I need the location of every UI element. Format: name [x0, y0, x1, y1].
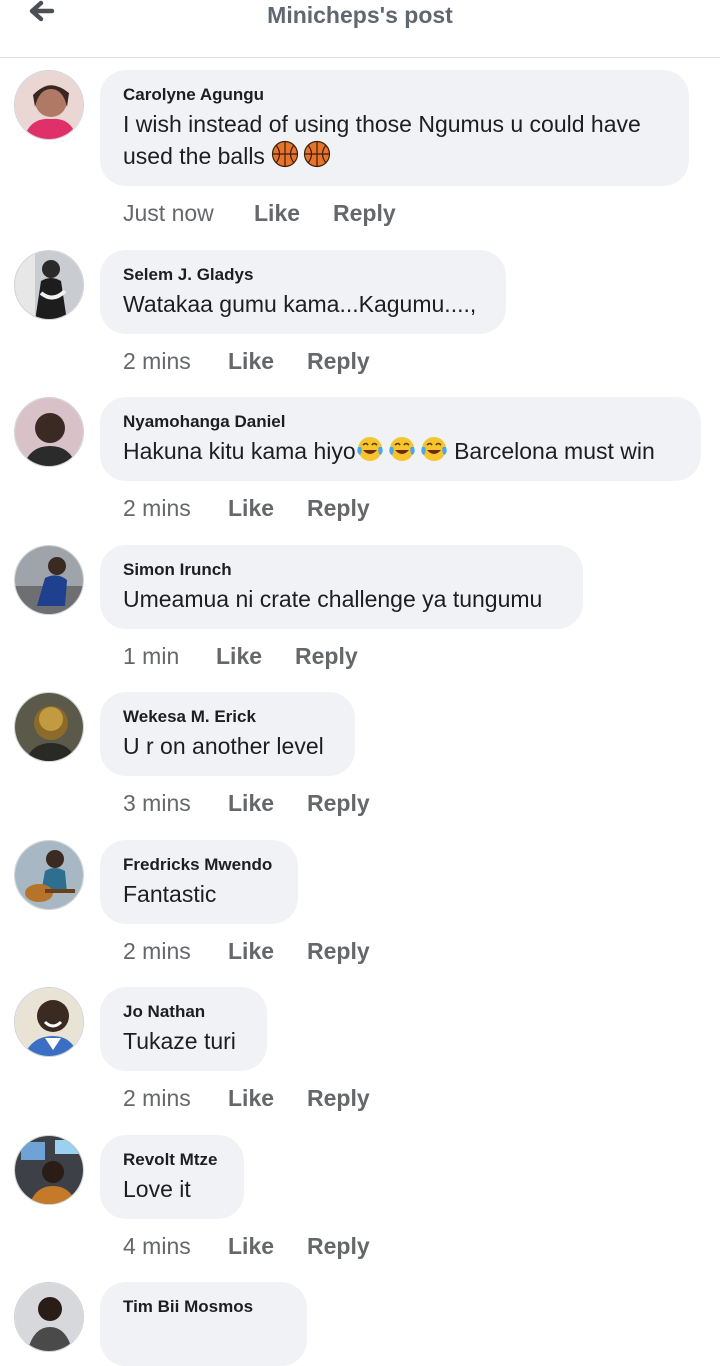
comment-bubble: Simon Irunch Umeamua ni crate challenge … — [100, 545, 583, 629]
comment: Tim Bii Mosmos — [0, 1282, 720, 1366]
comment-actions: Just now Like Reply — [123, 199, 396, 227]
comment-author[interactable]: Jo Nathan — [123, 1001, 243, 1023]
comment-time: 1 min — [123, 643, 180, 669]
comment-time: 3 mins — [123, 790, 191, 816]
comment-time: 2 mins — [123, 938, 191, 964]
top-bar: Minicheps's post — [0, 0, 720, 58]
page-title: Minicheps's post — [267, 2, 453, 28]
basketball-icon — [271, 140, 299, 176]
comment-bubble: Tim Bii Mosmos — [100, 1282, 307, 1366]
reply-button[interactable]: Reply — [307, 494, 370, 522]
comment: Fredricks Mwendo Fantastic 2 mins Like Rep… — [0, 840, 720, 980]
tears-of-joy-emoji — [356, 435, 384, 471]
like-button[interactable]: Like — [254, 199, 333, 227]
comment-actions: 2 mins Like Reply — [123, 1084, 370, 1112]
reply-button[interactable]: Reply — [307, 789, 370, 817]
comment-bubble: Selem J. Gladys Watakaa gumu kama...Kagu… — [100, 250, 506, 334]
comment-author[interactable]: Wekesa M. Erick — [123, 706, 331, 728]
comment-author[interactable]: Fredricks Mwendo — [123, 854, 274, 876]
comment-text: Tukaze turi — [123, 1028, 236, 1054]
comment-time: 2 mins — [123, 495, 191, 521]
comment-text: U r on another level — [123, 733, 324, 759]
comment-text-content: Barcelona must win — [447, 438, 655, 464]
like-button[interactable]: Like — [228, 1084, 307, 1112]
comment-text-content: I wish instead of using those Ngumus u c… — [123, 111, 641, 169]
comment: Nyamohanga Daniel Hakuna kitu kama hiyo … — [0, 397, 720, 537]
comment-time: Just now — [123, 200, 214, 226]
avatar[interactable] — [14, 1135, 84, 1205]
comment-author[interactable]: Carolyne Agungu — [123, 84, 665, 106]
reply-button[interactable]: Reply — [307, 937, 370, 965]
comment-author[interactable]: Simon Irunch — [123, 559, 559, 581]
basketball-icon — [303, 140, 331, 176]
like-button[interactable]: Like — [228, 494, 307, 522]
reply-button[interactable]: Reply — [307, 347, 370, 375]
comment-text-content: Hakuna kitu kama hiyo — [123, 438, 356, 464]
avatar[interactable] — [14, 250, 84, 320]
comment-time: 2 mins — [123, 348, 191, 374]
comment-text: Love it — [123, 1176, 191, 1202]
comment-time: 2 mins — [123, 1085, 191, 1111]
comment-actions: 2 mins Like Reply — [123, 347, 370, 375]
comment-bubble: Nyamohanga Daniel Hakuna kitu kama hiyo … — [100, 397, 701, 481]
comment-bubble: Carolyne Agungu I wish instead of using … — [100, 70, 689, 186]
comment-bubble: Fredricks Mwendo Fantastic — [100, 840, 298, 924]
comment: Simon Irunch Umeamua ni crate challenge … — [0, 545, 720, 685]
comment: Carolyne Agungu I wish instead of using … — [0, 70, 720, 226]
comment-text: Fantastic — [123, 881, 217, 907]
comment-bubble: Wekesa M. Erick U r on another level — [100, 692, 355, 776]
comment: Wekesa M. Erick U r on another level 3 m… — [0, 692, 720, 832]
avatar[interactable] — [14, 840, 84, 910]
comment-actions: 3 mins Like Reply — [123, 789, 370, 817]
avatar[interactable] — [14, 545, 84, 615]
comment: Selem J. Gladys Watakaa gumu kama...Kagu… — [0, 250, 720, 390]
like-button[interactable]: Like — [228, 937, 307, 965]
avatar[interactable] — [14, 692, 84, 762]
like-button[interactable]: Like — [228, 347, 307, 375]
comment-time: 4 mins — [123, 1233, 191, 1259]
comment-text: Hakuna kitu kama hiyo Barcelona must win — [123, 435, 677, 471]
comment-text: Umeamua ni crate challenge ya tungumu — [123, 586, 543, 612]
avatar[interactable] — [14, 70, 84, 140]
reply-button[interactable]: Reply — [295, 642, 358, 670]
comment: Jo Nathan Tukaze turi 2 mins Like Reply — [0, 987, 720, 1127]
avatar[interactable] — [14, 397, 84, 467]
comment-author[interactable]: Tim Bii Mosmos — [123, 1296, 283, 1318]
avatar[interactable] — [14, 987, 84, 1057]
like-button[interactable]: Like — [228, 789, 307, 817]
comment-bubble: Jo Nathan Tukaze turi — [100, 987, 267, 1071]
comment-text: I wish instead of using those Ngumus u c… — [123, 108, 665, 176]
like-button[interactable]: Like — [216, 642, 295, 670]
comment-author[interactable]: Revolt Mtze — [123, 1149, 220, 1171]
comment-actions: 2 mins Like Reply — [123, 494, 370, 522]
comment-actions: 2 mins Like Reply — [123, 937, 370, 965]
tears-of-joy-emoji — [388, 435, 416, 471]
comment-text: Watakaa gumu kama...Kagumu...., — [123, 291, 477, 317]
comment-author[interactable]: Selem J. Gladys — [123, 264, 482, 286]
tears-of-joy-emoji — [420, 435, 448, 471]
like-button[interactable]: Like — [228, 1232, 307, 1260]
comment-actions: 4 mins Like Reply — [123, 1232, 370, 1260]
reply-button[interactable]: Reply — [333, 199, 396, 227]
avatar[interactable] — [14, 1282, 84, 1352]
reply-button[interactable]: Reply — [307, 1084, 370, 1112]
comment-bubble: Revolt Mtze Love it — [100, 1135, 244, 1219]
reply-button[interactable]: Reply — [307, 1232, 370, 1260]
comment-actions: 1 min Like Reply — [123, 642, 358, 670]
comment-author[interactable]: Nyamohanga Daniel — [123, 411, 677, 433]
comment: Revolt Mtze Love it 4 mins Like Reply — [0, 1135, 720, 1275]
